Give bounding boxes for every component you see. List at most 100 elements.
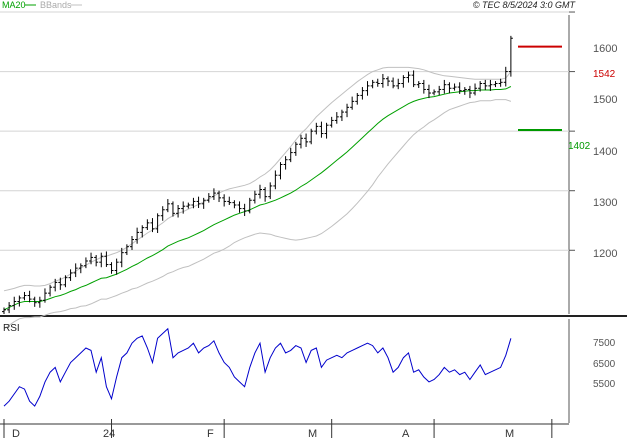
price-bar (211, 188, 216, 200)
price-bar (386, 76, 390, 87)
rsi-line (3, 327, 512, 407)
ma20-line (3, 86, 512, 311)
price-tick-label: 1500 (593, 94, 617, 106)
resistance-level-label: 1542 (593, 69, 616, 80)
price-bar (12, 296, 17, 310)
price-tick-label: 1300 (593, 197, 617, 209)
price-bar (411, 70, 416, 88)
price-bar (391, 77, 396, 89)
rsi-tick-label: 7500 (593, 338, 616, 349)
price-bar (150, 218, 155, 233)
price-bar (227, 196, 232, 206)
rsi-tick-label: 5500 (593, 379, 616, 390)
price-bar (350, 96, 355, 110)
ma20-line (3, 86, 512, 311)
month-label: M (505, 428, 514, 440)
price-bar (437, 85, 442, 96)
price-bar (196, 196, 201, 208)
price-bar (452, 83, 457, 91)
price-bar (339, 109, 344, 122)
price-bar (242, 203, 247, 217)
price-bar (165, 199, 170, 213)
price-bar (17, 295, 22, 307)
rsi-panel-title: RSI (3, 323, 20, 334)
price-bar (355, 93, 360, 105)
support-level-label: 1402 (568, 141, 591, 152)
price-bar (483, 79, 488, 91)
bollinger-bands (3, 66, 512, 330)
price-bar (298, 134, 303, 149)
price-bar (396, 78, 401, 90)
price-bar (104, 251, 109, 267)
price-bar (186, 202, 191, 209)
price-bar (155, 213, 160, 233)
price-bar (421, 79, 426, 94)
month-label: M (308, 428, 317, 440)
price-bar (114, 258, 119, 275)
month-label: 24 (103, 428, 115, 440)
bbands-lower-line (3, 99, 512, 330)
price-bar (508, 35, 513, 77)
price-bar (329, 116, 334, 128)
price-tick-label: 1400 (593, 146, 617, 158)
rsi-line (3, 327, 512, 407)
price-bar (191, 197, 196, 209)
rsi-tick-label: 6500 (593, 359, 616, 370)
price-bar (360, 87, 365, 100)
price-bar (401, 75, 406, 88)
price-bar (48, 284, 53, 297)
price-levels (518, 45, 562, 131)
price-tick-label: 1600 (593, 43, 617, 55)
month-label: F (207, 428, 214, 440)
month-label: D (12, 428, 20, 440)
price-bar (201, 197, 206, 209)
price-bar (345, 103, 350, 118)
price-bar (406, 71, 411, 83)
price-bar (473, 83, 478, 96)
price-bar (247, 197, 252, 214)
price-bar (278, 162, 283, 180)
price-bar (237, 201, 242, 213)
price-bar (442, 79, 447, 94)
price-chart: MA20 BBands © TEC 8/5/2024 3:0 GMT RSI 1… (0, 0, 627, 440)
price-bar (426, 84, 431, 99)
month-label: A (402, 428, 410, 440)
price-bar (176, 205, 181, 218)
month-ticks (3, 419, 553, 438)
price-bar (334, 112, 339, 124)
price-bars (2, 35, 513, 314)
price-bar (304, 133, 309, 147)
copyright-label: © TEC 8/5/2024 3:0 GMT (473, 0, 577, 10)
price-bar (314, 122, 319, 135)
price-bar (258, 184, 262, 199)
price-gridlines (0, 11, 575, 251)
price-bar (380, 73, 385, 88)
price-bar (99, 252, 104, 268)
price-bar (319, 121, 324, 138)
price-bar (42, 288, 47, 303)
price-bar (252, 190, 257, 204)
price-bar (273, 170, 278, 190)
price-bar (2, 307, 6, 314)
price-bar (493, 81, 498, 88)
price-bar (467, 85, 472, 99)
price-bar (375, 78, 380, 87)
price-bar (145, 219, 150, 231)
bbands-upper-line (3, 66, 512, 292)
price-bar (232, 200, 237, 209)
price-bar (222, 194, 227, 207)
bbands-legend-label: BBands (40, 0, 72, 10)
price-bar (109, 262, 114, 274)
price-bar (263, 187, 268, 202)
price-bar (498, 78, 503, 87)
price-bar (22, 291, 27, 301)
price-bar (293, 141, 298, 156)
price-bar (160, 206, 165, 221)
price-tick-label: 1200 (593, 248, 617, 260)
price-bar (365, 81, 370, 96)
ma-legend-label: MA20 (2, 0, 26, 10)
price-bar (288, 147, 293, 163)
price-bar (488, 79, 493, 91)
price-bar (432, 89, 437, 96)
price-bar (37, 296, 42, 308)
